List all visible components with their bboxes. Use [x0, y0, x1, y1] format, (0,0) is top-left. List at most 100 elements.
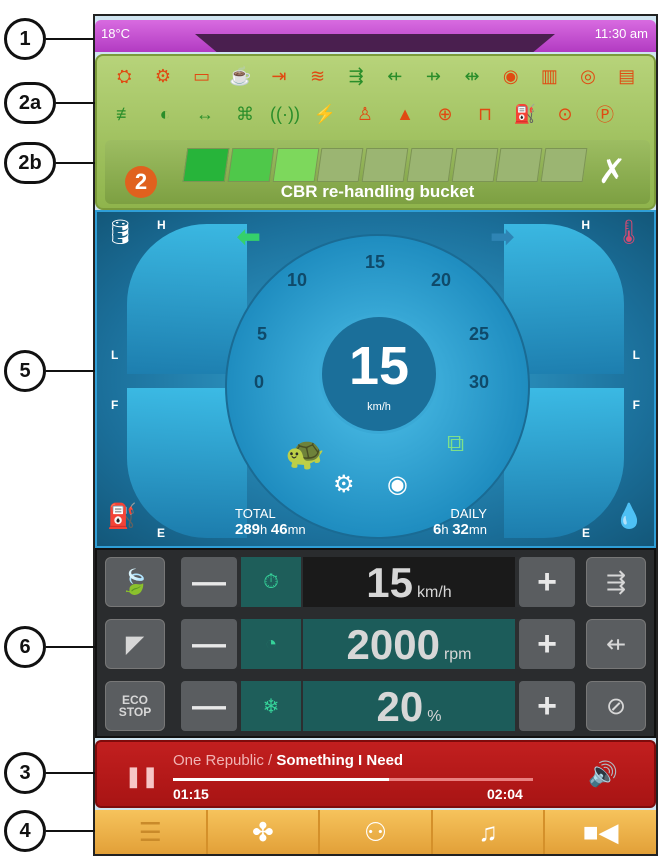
telltale-row-2: ≢ ◐ ↔ ⌘ ((·)) ⚡ ♙ ▲ ⊕ ⊓ ⛽ ⊙ Ⓟ — [97, 100, 654, 128]
fan-reverse-button[interactable]: ⊘ — [586, 681, 646, 731]
work-mode-panel[interactable]: 2 CBR re-handling bucket ✗ — [105, 140, 650, 204]
rpm-gauge-icon: ◔ — [241, 619, 301, 669]
daily-minutes-unit: mn — [468, 522, 487, 537]
mode-level-segment — [316, 148, 364, 182]
callout-2b: 2b — [4, 142, 56, 184]
track-info: One Republic / Something I Need — [173, 752, 403, 769]
mode-level-segment — [540, 148, 588, 182]
filter-off-icon: ⇷ — [387, 65, 403, 86]
music-icon[interactable]: ♫ — [433, 810, 546, 854]
fan-speed-row: ECO STOP — ❄ 20 % + ⊘ — [97, 676, 654, 734]
speed-tick: 30 — [469, 372, 490, 392]
daily-minutes-value: 32 — [452, 521, 469, 538]
regeneration-button[interactable]: ⇶ — [586, 557, 646, 607]
network-icon[interactable]: ⚇ — [320, 810, 433, 854]
media-player: ❚❚ One Republic / Something I Need 01:15… — [95, 740, 656, 808]
engine-speed-field: 2000 rpm — [303, 619, 515, 669]
speed-tick: 15 — [365, 252, 386, 272]
indicator-icon: ↔ — [196, 103, 214, 124]
speed-increase-button[interactable]: + — [519, 557, 575, 607]
speed-decrease-button[interactable]: — — [181, 557, 237, 607]
eco-leaf-button[interactable]: 🍃 — [105, 557, 165, 607]
brake-fluid-icon: ◉ — [502, 65, 519, 86]
speed-unit: km/h — [367, 401, 391, 413]
clock: 11:30 am — [594, 26, 648, 41]
right-gauge-full: F — [632, 398, 640, 412]
callout-5: 5 — [4, 350, 46, 392]
callout-4: 4 — [4, 810, 46, 852]
signal-icon: ((·)) — [270, 103, 300, 124]
camera-icon[interactable]: ■◀ — [545, 810, 656, 854]
mode-level-segment — [451, 148, 498, 182]
boom-mode-button[interactable]: ◤ — [105, 619, 165, 669]
boost-icon: ⚡ — [313, 103, 337, 124]
fluid-level-icon: ▤ — [618, 65, 636, 86]
daily-label: DAILY — [450, 506, 487, 521]
exhaust-filter-icon: ⇶ — [348, 65, 364, 86]
telltale-panel: ⛭ ⚙ ▭ ☕ ⇥ ≋ ⇶ ⇷ ⇸ ⇹ ◉ ▥ ◎ ▤ ≢ ◐ ↔ ⌘ ((·)) ⚡ ♙ ▲ ⊕ ⊓ ⛽ ⊙ Ⓟ 2 CBR r… — [95, 54, 656, 210]
left-gauge-high: H — [157, 218, 166, 232]
fan-increase-button[interactable]: + — [519, 681, 575, 731]
fuel-gauge-icon: ⛽ — [107, 503, 137, 530]
daily-hours-readout: DAILY 6h 32mn — [433, 506, 487, 538]
track-duration: 02:04 — [487, 786, 523, 802]
menu-icon[interactable]: ☰ — [95, 810, 208, 854]
bucket-shake-icon[interactable]: ✗ — [590, 150, 634, 194]
fan-icon: ❄ — [241, 681, 301, 731]
callout-2a: 2a — [4, 82, 56, 124]
daily-hours-unit: h — [441, 522, 449, 537]
speed-tick: 0 — [254, 372, 265, 392]
engine-speed-row: ◤ — ◔ 2000 rpm + ⇷ — [97, 614, 654, 672]
right-gauge-empty: E — [581, 526, 590, 540]
mode-level-segment — [361, 148, 409, 182]
hydraulic-icon: ⇥ — [271, 65, 287, 86]
status-bar: 18°C 11:30 am — [95, 20, 656, 52]
oil-can-icon: ☕ — [229, 65, 252, 86]
mode-level-segment — [182, 148, 230, 182]
left-turn-indicator-icon: ⬅ — [237, 221, 261, 252]
right-gauge-low: L — [632, 348, 640, 362]
speed-limit-value: 15 — [366, 559, 414, 606]
fan-speed-value: 20 — [376, 683, 424, 730]
parking-brake-indicator-icon: ◉ — [387, 471, 408, 498]
volume-icon[interactable]: 🔊 — [588, 760, 618, 789]
fan-icon[interactable]: ✤ — [208, 810, 321, 854]
track-title: Something I Need — [276, 752, 404, 769]
total-hours-readout: TOTAL 289h 46mn — [235, 506, 306, 538]
callout-6: 6 — [4, 626, 46, 668]
speed-tick: 20 — [431, 270, 452, 290]
rpm-increase-button[interactable]: + — [519, 619, 575, 669]
regeneration-inhibit-button[interactable]: ⇷ — [586, 619, 646, 669]
battery-icon: ▭ — [193, 65, 211, 86]
left-gauge-full: F — [111, 398, 119, 412]
rear-fog-icon: ≢ — [116, 103, 134, 124]
oil-temperature-icon: 🛢 — [105, 219, 136, 246]
mode-level-segment — [227, 148, 274, 182]
speed-limit-stepper: — ⏱ 15 km/h + — [181, 557, 575, 607]
engine-check-icon: ⚙ — [154, 65, 172, 86]
instrument-cluster: 🛢 H L F E ⛽ 🌡 H L F E 💧 ⬅ ➡ 0 5 10 15 20… — [95, 210, 656, 548]
preheat-icon: ⌘ — [236, 103, 254, 124]
total-label: TOTAL — [235, 506, 276, 521]
rpm-decrease-button[interactable]: — — [181, 619, 237, 669]
callout-leader — [46, 38, 94, 40]
air-filter-icon: ◎ — [580, 65, 596, 86]
fan-decrease-button[interactable]: — — [181, 681, 237, 731]
engine-oil-icon: ⛭ — [117, 65, 132, 86]
right-gauge-high: H — [581, 218, 590, 232]
ack-icon: ⇹ — [464, 65, 480, 86]
four-wheel-drive-icon: ⧉ — [447, 430, 465, 457]
control-panel: 🍃 — ⏱ 15 km/h + ⇶ ◤ — ◔ 2000 rpm + ⇷ ECO… — [95, 548, 656, 738]
seatbelt-icon: ♙ — [356, 103, 374, 124]
engine-speed-stepper: — ◔ 2000 rpm + — [181, 619, 575, 669]
callout-leader — [46, 370, 96, 372]
status-notch — [195, 34, 555, 52]
pause-icon[interactable]: ❚❚ — [125, 764, 159, 789]
total-minutes-unit: mn — [287, 522, 306, 537]
speed-limiter-icon: ⏱ — [241, 557, 301, 607]
callout-3: 3 — [4, 752, 46, 794]
eco-stop-button[interactable]: ECO STOP — [105, 681, 165, 731]
engine-speed-unit: rpm — [443, 646, 472, 663]
fuel-filter-icon: ▥ — [540, 65, 558, 86]
track-progress-bar[interactable] — [173, 778, 533, 781]
